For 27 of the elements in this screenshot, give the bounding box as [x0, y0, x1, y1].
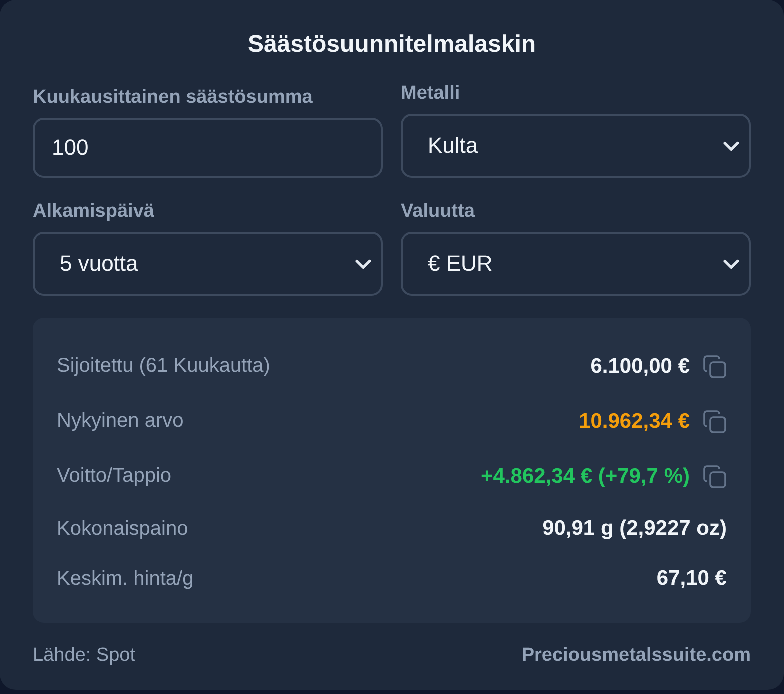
amount-input[interactable]: 100	[33, 118, 383, 178]
result-label: Keskim. hinta/g	[57, 568, 195, 590]
result-value: 90,91 g (2,9227 oz)	[542, 517, 727, 541]
field-label: Kuukausittainen säästösumma	[33, 86, 314, 110]
result-label: Kokonaispaino	[57, 518, 190, 540]
select-dropdown[interactable]: Kulta	[401, 114, 751, 178]
chevron-down-icon	[723, 258, 740, 270]
select-dropdown[interactable]: 5 vuotta	[33, 232, 383, 296]
chevron-down-icon	[355, 258, 372, 270]
result-label: Sijoitettu (61 Kuukautta)	[57, 355, 272, 378]
result-value: 67,10 €	[656, 567, 727, 591]
copy-icon[interactable]	[703, 410, 727, 434]
copy-icon[interactable]	[703, 354, 727, 378]
field-label: Metalli	[401, 82, 462, 106]
result-value: 10.962,34 €	[579, 410, 690, 434]
result-label: Voitto/Tappio	[57, 465, 173, 488]
field-label: Valuutta	[401, 200, 476, 224]
chevron-down-icon	[723, 140, 740, 152]
result-value: 6.100,00 €	[590, 354, 690, 378]
calculator-title: Säästösuunnitelmalaskin	[246, 30, 538, 60]
field-label: Alkamispäivä	[33, 200, 156, 224]
result-label: Nykyinen arvo	[57, 410, 185, 433]
copy-icon[interactable]	[703, 464, 727, 488]
website-link[interactable]: Preciousmetalssuite.com	[522, 645, 751, 667]
result-value: +4.862,34 € (+79,7 %)	[481, 464, 690, 488]
source-text: Lähde: Spot	[33, 645, 136, 667]
select-dropdown[interactable]: € EUR	[401, 232, 751, 296]
